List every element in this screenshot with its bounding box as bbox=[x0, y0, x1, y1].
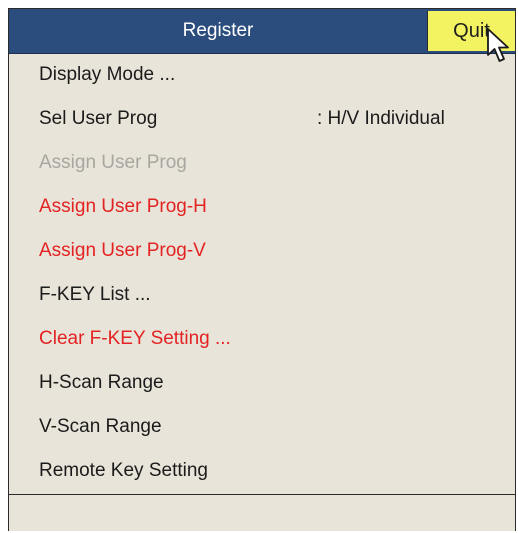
menu-item-display-mode[interactable]: Display Mode ... bbox=[9, 53, 515, 97]
menu-item-label: Sel User Prog bbox=[39, 108, 158, 129]
menu-item-sel-user-prog[interactable]: Sel User Prog : H/V Individual bbox=[9, 97, 515, 141]
menu-item-f-key-list[interactable]: F-KEY List ... bbox=[9, 273, 515, 317]
menu-item-label: Remote Key Setting bbox=[39, 460, 208, 481]
menu-item-label: Assign User Prog-V bbox=[39, 240, 206, 261]
menu-item-h-scan-range[interactable]: H-Scan Range bbox=[9, 361, 515, 405]
menu-item-assign-user-prog: Assign User Prog bbox=[9, 141, 515, 185]
mouse-pointer-icon bbox=[487, 28, 509, 62]
menu-item-remote-key-setting[interactable]: Remote Key Setting bbox=[9, 449, 515, 493]
menu-item-label: H-Scan Range bbox=[39, 372, 164, 393]
menu-item-label: Assign User Prog-H bbox=[39, 196, 207, 217]
status-bar bbox=[9, 494, 515, 531]
menu-item-v-scan-range[interactable]: V-Scan Range bbox=[9, 405, 515, 449]
menu-item-clear-f-key-setting[interactable]: Clear F-KEY Setting ... bbox=[9, 317, 515, 361]
menu-title: Register bbox=[182, 20, 254, 41]
menu-list: Display Mode ... Sel User Prog : H/V Ind… bbox=[9, 53, 515, 493]
register-menu-window: Register Quit Display Mode ... Sel User … bbox=[8, 8, 516, 531]
menu-item-assign-user-prog-h[interactable]: Assign User Prog-H bbox=[9, 185, 515, 229]
menu-item-label: Display Mode ... bbox=[39, 64, 176, 85]
menu-item-label: Assign User Prog bbox=[39, 152, 187, 173]
menu-item-value: : H/V Individual bbox=[317, 108, 445, 129]
menu-item-assign-user-prog-v[interactable]: Assign User Prog-V bbox=[9, 229, 515, 273]
menu-item-label: Clear F-KEY Setting ... bbox=[39, 328, 231, 349]
menu-item-label: V-Scan Range bbox=[39, 416, 162, 437]
menu-item-label: F-KEY List ... bbox=[39, 284, 151, 305]
title-bar: Register Quit bbox=[9, 9, 515, 54]
